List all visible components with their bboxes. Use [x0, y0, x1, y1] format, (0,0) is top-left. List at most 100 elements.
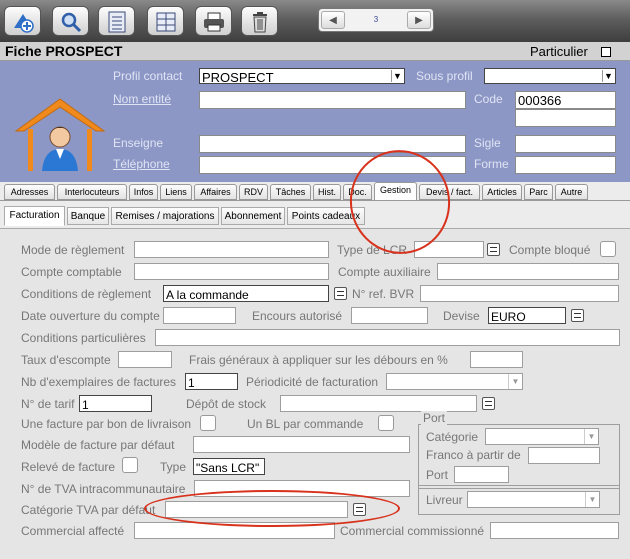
- record-pager: ◀ 3 ▶: [318, 8, 434, 32]
- sous-profil-label: Sous profil: [416, 69, 473, 83]
- type-value: "Sans LCR": [196, 461, 260, 475]
- contact-header: Profil contact PROSPECT ▼ Sous profil ▼ …: [0, 61, 630, 182]
- compte-bloque-label: Compte bloqué: [509, 243, 591, 257]
- subtab-facturation[interactable]: Facturation: [4, 206, 65, 226]
- forme-field[interactable]: [515, 156, 616, 174]
- un-bl-checkbox[interactable]: [378, 415, 394, 431]
- ref-bvr-field[interactable]: [420, 285, 619, 302]
- profil-contact-label: Profil contact: [113, 69, 183, 83]
- commercial-commissionne-label: Commercial commissionné: [340, 524, 485, 538]
- type-label: Type: [160, 460, 187, 474]
- periodicite-select[interactable]: ▼: [386, 373, 523, 390]
- tab-divider: [0, 200, 630, 201]
- particulier-checkbox[interactable]: [601, 47, 611, 57]
- contact-house-icon: [14, 98, 106, 171]
- taux-escompte-field[interactable]: [118, 351, 172, 368]
- tab-infos[interactable]: Infos: [129, 184, 158, 200]
- encours-label: Encours autorisé: [252, 309, 343, 323]
- compte-bloque-checkbox[interactable]: [600, 241, 616, 257]
- next-record-button[interactable]: ▶: [407, 11, 431, 29]
- commercial-affecte-label: Commercial affecté: [21, 524, 125, 538]
- conditions-particulieres-label: Conditions particulières: [21, 331, 146, 345]
- mode-reglement-field[interactable]: [134, 241, 329, 258]
- livreur-select[interactable]: ▼: [467, 491, 600, 508]
- add-button[interactable]: [4, 6, 41, 36]
- releve-facture-label: Relevé de facture: [21, 460, 116, 474]
- page-number[interactable]: 3: [347, 12, 405, 28]
- sigle-label: Sigle: [474, 136, 501, 150]
- tab-parc[interactable]: Parc: [524, 184, 553, 200]
- tab-affaires[interactable]: Affaires: [194, 184, 237, 200]
- releve-facture-checkbox[interactable]: [122, 457, 138, 473]
- commercial-commissionne-field[interactable]: [490, 522, 619, 539]
- code-extra-field[interactable]: [515, 109, 616, 127]
- date-ouverture-label: Date ouverture du compte: [21, 309, 160, 323]
- franco-field[interactable]: [528, 447, 600, 464]
- frais-generaux-field[interactable]: [470, 351, 523, 368]
- prev-record-button[interactable]: ◀: [321, 11, 345, 29]
- subtab-banque[interactable]: Banque: [67, 207, 109, 225]
- list-icon: [108, 11, 126, 33]
- depot-stock-lookup-button[interactable]: [482, 397, 495, 410]
- compte-auxiliaire-label: Compte auxiliaire: [338, 265, 431, 279]
- code-label: Code: [474, 92, 503, 106]
- nb-exemplaires-label: Nb d'exemplaires de factures: [21, 375, 177, 389]
- taux-escompte-label: Taux d'escompte: [21, 353, 111, 367]
- num-tarif-field[interactable]: 1: [79, 395, 152, 412]
- profil-contact-select[interactable]: PROSPECT ▼: [199, 68, 405, 85]
- particulier-label: Particulier: [530, 44, 588, 59]
- compte-comptable-field[interactable]: [134, 263, 329, 280]
- print-icon: [204, 12, 224, 32]
- categorie-tva-label: Catégorie TVA par défaut: [21, 503, 156, 517]
- chevron-down-icon: ▼: [584, 429, 598, 444]
- port-field[interactable]: [454, 466, 509, 483]
- list-button[interactable]: [98, 6, 135, 36]
- tab-liens[interactable]: Liens: [160, 184, 192, 200]
- compte-auxiliaire-field[interactable]: [437, 263, 619, 280]
- nom-entite-field[interactable]: [199, 91, 466, 109]
- conditions-particulieres-field[interactable]: [155, 329, 620, 346]
- encours-field[interactable]: [351, 307, 428, 324]
- grid-button[interactable]: [147, 6, 184, 36]
- devise-lookup-button[interactable]: [571, 309, 584, 322]
- print-button[interactable]: [195, 6, 232, 36]
- devise-label: Devise: [443, 309, 480, 323]
- devise-field[interactable]: EURO: [488, 307, 566, 324]
- tab-articles[interactable]: Articles: [482, 184, 522, 200]
- code-field[interactable]: 000366: [515, 91, 616, 109]
- tab-taches[interactable]: Tâches: [270, 184, 311, 200]
- port-group-label: Port: [421, 411, 448, 425]
- conditions-reglement-field[interactable]: A la commande: [163, 285, 329, 302]
- delete-button[interactable]: [241, 6, 278, 36]
- date-ouverture-field[interactable]: [163, 307, 236, 324]
- telephone-link[interactable]: Téléphone: [113, 157, 170, 171]
- subtab-remises[interactable]: Remises / majorations: [111, 207, 219, 225]
- franco-label: Franco à partir de: [426, 448, 521, 462]
- profil-contact-value: PROSPECT: [202, 70, 274, 85]
- sous-profil-select[interactable]: ▼: [484, 68, 616, 84]
- tab-hist[interactable]: Hist.: [313, 184, 341, 200]
- depot-stock-field[interactable]: [280, 395, 477, 412]
- une-facture-label: Une facture par bon de livraison: [21, 417, 192, 431]
- search-button[interactable]: [52, 6, 89, 36]
- conditions-reglement-lookup-button[interactable]: [334, 287, 347, 300]
- modele-facture-field[interactable]: [193, 436, 410, 453]
- enseigne-field[interactable]: [199, 135, 466, 153]
- nb-exemplaires-field[interactable]: 1: [185, 373, 238, 390]
- type-lcr-lookup-button[interactable]: [487, 243, 500, 256]
- sigle-field[interactable]: [515, 135, 616, 153]
- code-value: 000366: [518, 93, 562, 108]
- categorie-select[interactable]: ▼: [485, 428, 599, 445]
- depot-stock-label: Dépôt de stock: [186, 397, 267, 411]
- nom-entite-link[interactable]: Nom entité: [113, 92, 171, 106]
- chevron-down-icon: ▼: [585, 492, 599, 507]
- une-facture-checkbox[interactable]: [200, 415, 216, 431]
- conditions-reglement-label: Conditions de règlement: [21, 287, 152, 301]
- tab-interlocuteurs[interactable]: Interlocuteurs: [57, 184, 127, 200]
- tab-adresses[interactable]: Adresses: [4, 184, 55, 200]
- type-field[interactable]: "Sans LCR": [193, 458, 265, 475]
- chevron-down-icon: ▼: [391, 70, 403, 82]
- tab-autre[interactable]: Autre: [555, 184, 588, 200]
- subtab-abonnement[interactable]: Abonnement: [221, 207, 285, 225]
- tab-rdv[interactable]: RDV: [239, 184, 268, 200]
